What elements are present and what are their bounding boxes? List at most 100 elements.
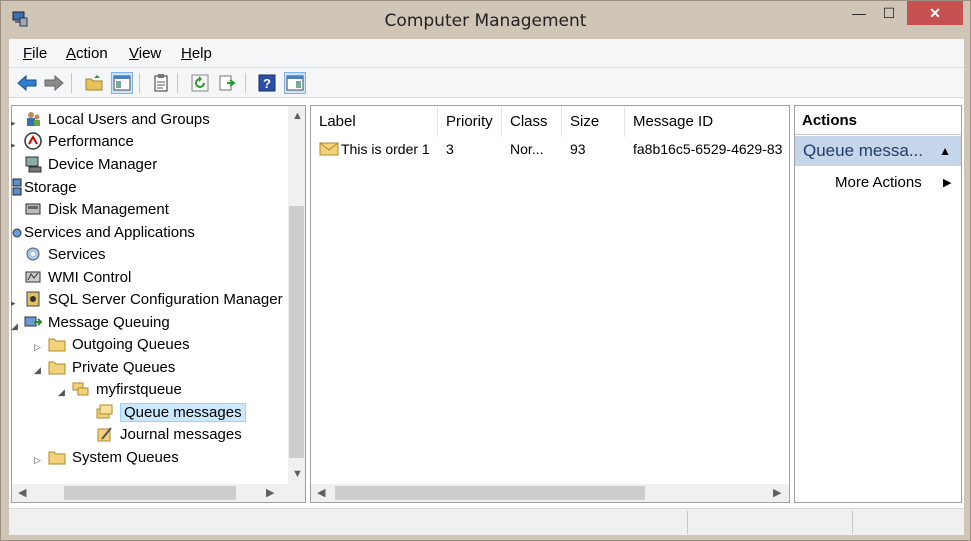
tree-item-system-queues[interactable]: System Queues [48, 446, 179, 468]
client-area: File Action View Help ? ▸ Local Users an… [9, 39, 964, 535]
folder-icon [48, 361, 66, 375]
maximize-button[interactable]: ☐ [871, 1, 907, 25]
toolbar-separator [177, 73, 178, 93]
scroll-left-icon[interactable]: ◀ [18, 486, 26, 499]
scroll-thumb[interactable] [289, 206, 304, 458]
export-list-icon[interactable] [217, 72, 239, 94]
scroll-down-icon[interactable]: ▼ [292, 468, 303, 480]
expand-arrow-icon[interactable]: ▸ [11, 118, 16, 129]
scroll-left-icon[interactable]: ◀ [317, 486, 325, 499]
up-folder-icon[interactable] [83, 72, 105, 94]
scroll-thumb[interactable] [335, 486, 645, 500]
cell-class: Nor... [510, 141, 544, 157]
collapse-section-icon[interactable]: ▲ [939, 144, 951, 158]
list-horizontal-scrollbar[interactable]: ◀ ▶ [311, 484, 789, 502]
menu-bar: File Action View Help [9, 39, 964, 68]
status-divider [852, 511, 853, 534]
show-hide-action-pane-icon[interactable] [284, 72, 306, 94]
more-actions-link[interactable]: More Actions [835, 174, 922, 191]
folder-icon [48, 451, 66, 465]
close-button[interactable]: ✕ [907, 1, 963, 25]
toolbar-separator [245, 73, 246, 93]
tree-item-wmi-control[interactable]: WMI Control [24, 266, 131, 288]
message-list[interactable]: Label Priority Class Size Message ID Thi… [310, 105, 790, 503]
tree-item-journal-messages[interactable]: Journal messages [96, 423, 242, 445]
tree-item-local-users[interactable]: Local Users and Groups [24, 108, 210, 130]
actions-header: Actions [795, 106, 961, 135]
collapse-arrow-icon[interactable]: ◢ [34, 365, 41, 376]
queue-messages-icon [96, 404, 113, 419]
column-header-priority[interactable]: Priority [438, 106, 502, 137]
svg-text:?: ? [263, 76, 271, 91]
tree-item-performance[interactable]: Performance [24, 130, 134, 152]
users-icon [27, 112, 40, 126]
message-queuing-icon [24, 316, 42, 327]
scroll-thumb[interactable] [64, 486, 236, 500]
status-bar [9, 508, 964, 535]
toolbar: ? [9, 68, 964, 98]
scroll-right-icon[interactable]: ▶ [773, 486, 781, 499]
tree-item-services-and-applications[interactable]: Services and Applications [12, 221, 195, 243]
help-icon[interactable]: ? [256, 72, 278, 94]
expand-arrow-icon[interactable]: ▷ [34, 455, 41, 466]
refresh-icon[interactable] [189, 72, 211, 94]
window-title: Computer Management [384, 11, 587, 31]
performance-icon [24, 132, 42, 150]
selected-node-label: Queue messages [120, 402, 246, 422]
storage-icon [12, 178, 22, 196]
console-tree[interactable]: ▸ Local Users and Groups ▸ Performance D… [11, 105, 306, 503]
tree-item-myfirstqueue[interactable]: myfirstqueue [72, 378, 182, 400]
status-divider [687, 511, 688, 534]
tree-item-storage[interactable]: Storage [12, 176, 77, 198]
column-header-size[interactable]: Size [562, 106, 625, 137]
column-header-label[interactable]: Label [311, 106, 438, 137]
services-apps-icon [12, 228, 22, 238]
tree-item-message-queuing[interactable]: Message Queuing [24, 311, 170, 333]
scroll-up-icon[interactable]: ▲ [292, 110, 303, 122]
sql-icon [26, 291, 40, 307]
cell-message-id: fa8b16c5-6529-4629-83 [633, 141, 783, 157]
tree-horizontal-scrollbar[interactable]: ◀ ▶ [12, 484, 305, 502]
folder-icon [48, 338, 66, 352]
scroll-right-icon[interactable]: ▶ [266, 486, 274, 499]
tree-item-device-manager[interactable]: Device Manager [24, 153, 157, 175]
tree-item-queue-messages[interactable]: Queue messages [96, 401, 246, 423]
disk-icon [25, 203, 41, 215]
collapse-arrow-icon[interactable]: ◢ [11, 321, 18, 332]
actions-pane: Actions Queue messa... ▲ More Actions ▶ [794, 105, 962, 503]
tree-item-sql-server-config[interactable]: SQL Server Configuration Manager [24, 288, 283, 310]
toolbar-separator [71, 73, 72, 93]
expand-arrow-icon[interactable]: ▷ [34, 342, 41, 353]
expand-arrow-icon[interactable]: ▸ [11, 298, 16, 309]
properties-icon[interactable] [150, 72, 172, 94]
gear-icon [26, 247, 40, 261]
menu-help[interactable]: Help [181, 45, 212, 62]
computer-management-window: Computer Management — ☐ ✕ File Action Vi… [0, 0, 971, 541]
wmi-icon [25, 271, 41, 283]
column-header-class[interactable]: Class [502, 106, 562, 137]
column-header-message-id[interactable]: Message ID [625, 106, 789, 137]
cell-label: This is order 1 [319, 139, 437, 159]
tree-item-private-queues[interactable]: Private Queues [48, 356, 175, 378]
menu-action[interactable]: Action [66, 45, 108, 62]
cell-priority: 3 [446, 141, 454, 157]
submenu-arrow-icon: ▶ [943, 177, 952, 189]
menu-view[interactable]: View [129, 45, 161, 62]
back-arrow-icon[interactable] [16, 72, 38, 94]
tree-item-services[interactable]: Services [24, 243, 106, 265]
tree-item-outgoing-queues[interactable]: Outgoing Queues [48, 333, 190, 355]
actions-section-queue-messages[interactable]: Queue messa... ▲ [795, 136, 961, 166]
tree-vertical-scrollbar[interactable]: ▲ ▼ [288, 106, 305, 486]
expand-arrow-icon[interactable]: ▸ [11, 140, 16, 151]
show-hide-tree-icon[interactable] [111, 72, 133, 94]
collapse-arrow-icon[interactable]: ◢ [58, 387, 65, 398]
menu-file[interactable]: File [23, 45, 47, 62]
title-bar[interactable]: Computer Management — ☐ ✕ [1, 1, 970, 39]
device-manager-icon [25, 156, 42, 173]
forward-arrow-icon[interactable] [43, 72, 65, 94]
toolbar-separator [139, 73, 140, 93]
queue-icon [72, 382, 89, 396]
journal-icon [97, 427, 112, 442]
envelope-icon [319, 142, 339, 156]
tree-item-disk-management[interactable]: Disk Management [24, 198, 169, 220]
